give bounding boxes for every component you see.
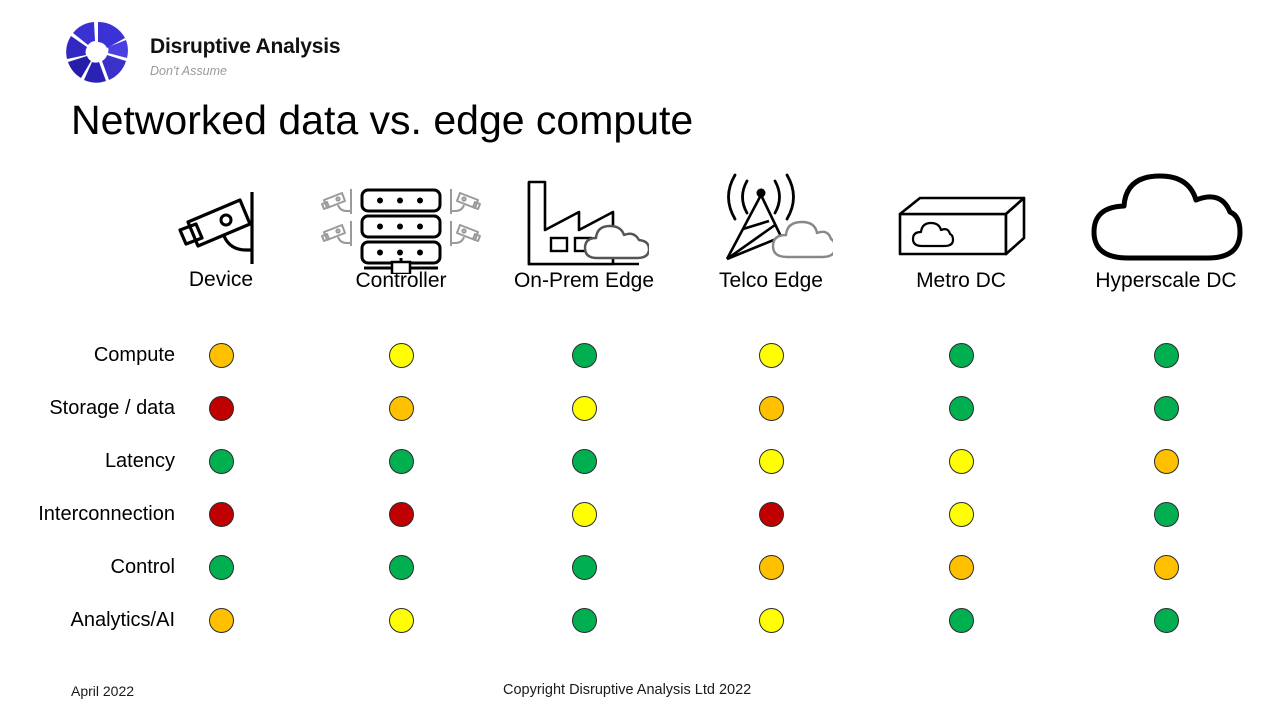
rating-dot [388,448,414,474]
rating-dot [388,501,414,527]
server-box-with-cloud-icon [894,192,1029,267]
rating-dot [571,395,597,421]
capability-matrix: Device Controller On-Prem Edge Telco Edge Me… [0,0,1280,720]
rating-dot [758,448,784,474]
rating-dot [1153,448,1179,474]
footer-copyright: Copyright Disruptive Analysis Ltd 2022 [503,682,752,698]
rating-dot [1153,501,1179,527]
rating-dot [758,501,784,527]
rating-dot [948,395,974,421]
rating-dot [948,554,974,580]
rating-dot [758,607,784,633]
server-rack-with-cameras-icon [316,174,486,276]
rating-dot [208,342,234,368]
rating-dot [208,607,234,633]
rating-dot [388,395,414,421]
rating-dot [571,607,597,633]
rating-dot [571,501,597,527]
rating-dot [208,554,234,580]
rating-dot [208,448,234,474]
row-label-compute: Compute [93,344,175,366]
column-header-hyperscale-dc: Hyperscale DC [1095,269,1237,292]
rating-dot [1153,554,1179,580]
row-label-interconnection: Interconnection [38,503,175,525]
rating-dot [758,342,784,368]
security-camera-icon [166,174,276,274]
rating-dot [758,554,784,580]
rating-dot [388,554,414,580]
row-label-control: Control [110,556,175,578]
rating-dot [208,501,234,527]
rating-dot [948,342,974,368]
rating-dot [758,395,784,421]
rating-dot [948,607,974,633]
rating-dot [948,501,974,527]
rating-dot [948,448,974,474]
rating-dot [388,342,414,368]
cloud-icon [1086,166,1246,266]
footer-date: April 2022 [71,683,135,699]
rating-dot [1153,342,1179,368]
rating-dot [1153,607,1179,633]
rating-dot [388,607,414,633]
rating-dot [571,448,597,474]
row-label-analytics-ai: Analytics/AI [70,609,175,631]
row-label-storage-data: Storage / data [49,397,175,419]
factory-with-cloud-icon [519,176,651,271]
cell-tower-with-cloud-icon [713,171,837,266]
rating-dot [571,342,597,368]
rating-dot [1153,395,1179,421]
rating-dot [208,395,234,421]
rating-dot [571,554,597,580]
row-label-latency: Latency [104,450,175,472]
